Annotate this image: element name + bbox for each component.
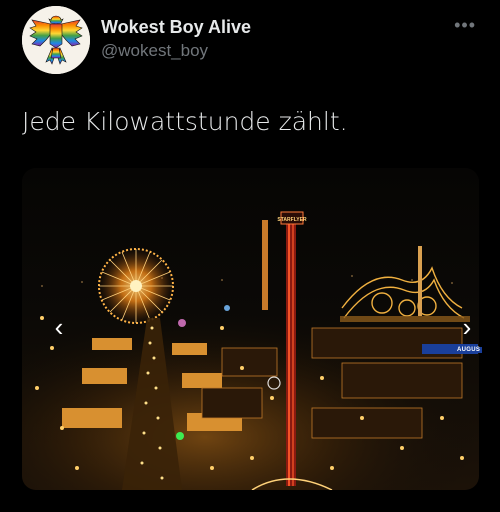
tweet: Wokest Boy Alive @wokest_boy ••• Jede Ki… xyxy=(0,0,500,512)
next-image-button[interactable]: › xyxy=(456,309,478,345)
ferris-wheel xyxy=(98,248,174,324)
media-image[interactable]: STARFLYER xyxy=(22,168,479,490)
display-name[interactable]: Wokest Boy Alive xyxy=(101,16,251,38)
previous-image-button[interactable]: ‹ xyxy=(48,309,70,345)
avatar[interactable] xyxy=(22,6,90,74)
rainbow-eagle-icon xyxy=(22,6,90,74)
tweet-text: Jede Kilowattstunde zählt. xyxy=(22,107,348,136)
tower-sign: STARFLYER xyxy=(277,217,307,223)
author-names: Wokest Boy Alive @wokest_boy xyxy=(101,16,251,62)
augustiner-sign: AUGUS xyxy=(455,347,483,353)
more-options-icon[interactable]: ••• xyxy=(454,16,476,34)
oktoberfest-night-photo: STARFLYER xyxy=(22,168,479,490)
user-handle[interactable]: @wokest_boy xyxy=(101,40,251,62)
